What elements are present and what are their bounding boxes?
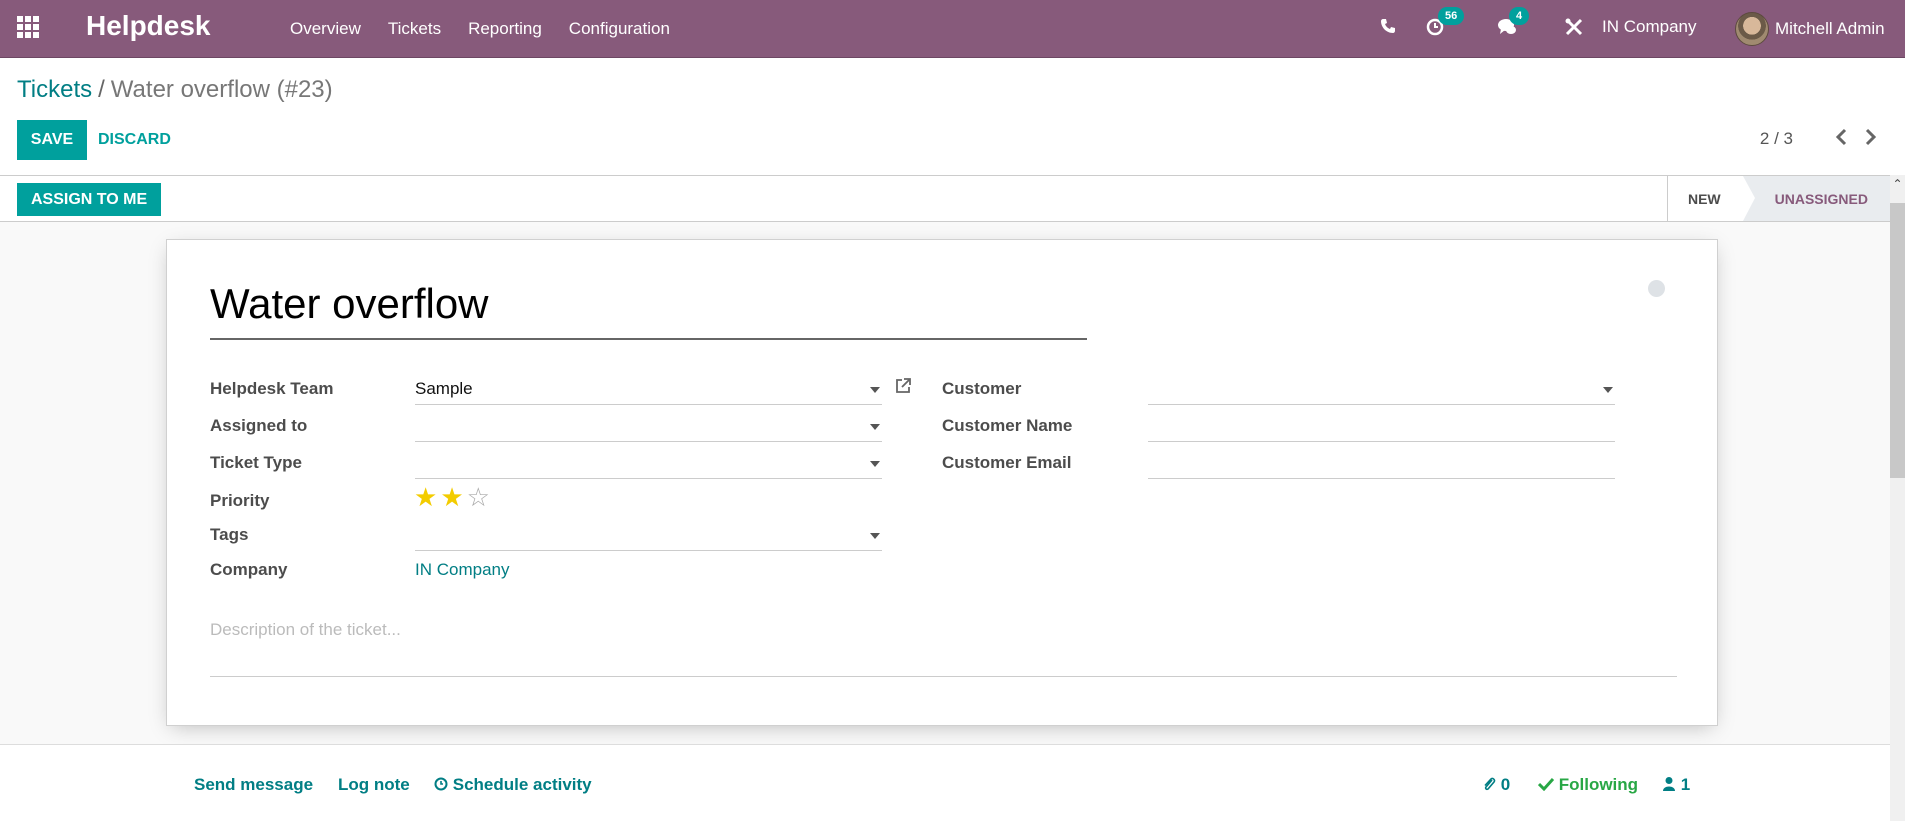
top-navbar: Helpdesk Overview Tickets Reporting Conf… xyxy=(0,0,1905,58)
breadcrumb-separator: / xyxy=(98,76,105,103)
form-sheet: Water overflow Helpdesk Team Sample Assi… xyxy=(166,239,1718,726)
priority-widget: ★ ★ ☆ xyxy=(414,484,493,510)
customer-email-field[interactable] xyxy=(1148,449,1615,479)
pager-previous-button[interactable] xyxy=(1835,126,1847,152)
caret-down-icon[interactable] xyxy=(1603,387,1613,393)
vertical-scrollbar[interactable]: ⌃ xyxy=(1890,175,1905,821)
app-brand[interactable]: Helpdesk xyxy=(86,10,211,42)
customer-name-label: Customer Name xyxy=(942,416,1073,435)
schedule-activity-button[interactable]: Schedule activity xyxy=(434,775,592,795)
apps-menu-icon[interactable] xyxy=(17,16,41,38)
menu-item-configuration[interactable]: Configuration xyxy=(569,19,670,39)
caret-down-icon[interactable] xyxy=(870,461,880,467)
ticket-type-field[interactable] xyxy=(415,449,882,479)
tags-label: Tags xyxy=(210,525,249,544)
assign-to-me-button[interactable]: ASSIGN TO ME xyxy=(17,183,162,216)
pager-value[interactable]: 2 / 3 xyxy=(1760,129,1793,149)
kanban-state-indicator[interactable] xyxy=(1648,280,1665,297)
pager-next-button[interactable] xyxy=(1865,126,1877,152)
followers-button[interactable]: 1 xyxy=(1662,775,1690,795)
tools-icon xyxy=(1565,18,1583,36)
caret-down-icon[interactable] xyxy=(870,387,880,393)
stage-selector: NEW UNASSIGNED xyxy=(1666,176,1890,221)
form-content: Water overflow Helpdesk Team Sample Assi… xyxy=(0,222,1890,744)
helpdesk-team-label: Helpdesk Team xyxy=(210,379,334,398)
menu-item-tickets[interactable]: Tickets xyxy=(388,19,441,39)
schedule-activity-label: Schedule activity xyxy=(452,775,592,794)
save-button[interactable]: SAVE xyxy=(17,120,87,160)
assigned-to-field[interactable] xyxy=(415,412,882,442)
user-icon xyxy=(1663,777,1675,791)
user-name: Mitchell Admin xyxy=(1775,19,1885,38)
user-menu[interactable]: Mitchell Admin xyxy=(1735,12,1885,46)
send-message-button[interactable]: Send message xyxy=(194,775,313,795)
company-link[interactable]: IN Company xyxy=(415,560,509,580)
main-menu: Overview Tickets Reporting Configuration xyxy=(290,0,697,58)
external-link-icon xyxy=(896,378,911,393)
followers-count: 1 xyxy=(1680,775,1691,794)
form-statusbar: ASSIGN TO ME NEW UNASSIGNED xyxy=(0,175,1890,222)
pager: 2 / 3 xyxy=(1760,126,1877,152)
debug-menu-button[interactable] xyxy=(1565,18,1583,41)
assigned-to-label: Assigned to xyxy=(210,416,308,435)
company-label: Company xyxy=(210,560,288,579)
messages-badge: 4 xyxy=(1509,7,1530,25)
customer-name-field[interactable] xyxy=(1148,412,1615,442)
caret-down-icon[interactable] xyxy=(870,533,880,539)
customer-email-label: Customer Email xyxy=(942,453,1072,472)
paperclip-icon xyxy=(1484,777,1496,791)
breadcrumb: Tickets / Water overflow (#23) xyxy=(17,76,333,104)
priority-star-1-icon[interactable]: ★ xyxy=(414,484,437,510)
activity-menu-button[interactable]: 56 xyxy=(1426,7,1465,41)
breadcrumb-tickets[interactable]: Tickets xyxy=(17,76,92,103)
discard-button[interactable]: DISCARD xyxy=(98,120,171,160)
priority-star-2-icon[interactable]: ★ xyxy=(440,484,463,510)
chevron-right-icon xyxy=(1865,128,1877,146)
attachments-count: 0 xyxy=(1500,775,1511,794)
description-field[interactable]: Description of the ticket... xyxy=(210,610,1677,677)
caret-down-icon[interactable] xyxy=(870,424,880,430)
stage-unassigned[interactable]: UNASSIGNED xyxy=(1742,176,1890,221)
company-switcher[interactable]: IN Company xyxy=(1602,17,1696,37)
phone-icon xyxy=(1381,19,1395,33)
helpdesk-team-field[interactable]: Sample xyxy=(415,375,882,405)
activity-badge: 56 xyxy=(1438,7,1465,25)
stage-new[interactable]: NEW xyxy=(1666,176,1755,221)
ticket-type-label: Ticket Type xyxy=(210,453,302,472)
priority-star-3-icon[interactable]: ☆ xyxy=(467,484,490,510)
scrollbar-thumb[interactable] xyxy=(1890,203,1905,478)
check-icon xyxy=(1537,777,1555,792)
user-avatar xyxy=(1735,12,1769,46)
voip-phone-button[interactable] xyxy=(1380,18,1396,39)
helpdesk-team-value: Sample xyxy=(415,379,473,398)
customer-field[interactable] xyxy=(1148,375,1615,405)
chatter: Send message Log note Schedule activity … xyxy=(0,744,1890,821)
priority-label: Priority xyxy=(210,491,270,510)
menu-item-overview[interactable]: Overview xyxy=(290,19,361,39)
following-label: Following xyxy=(1558,775,1639,794)
ticket-title-input[interactable]: Water overflow xyxy=(210,278,1087,340)
following-button[interactable]: Following xyxy=(1537,775,1639,795)
customer-label: Customer xyxy=(942,379,1022,398)
menu-item-reporting[interactable]: Reporting xyxy=(468,19,542,39)
log-note-button[interactable]: Log note xyxy=(338,775,410,795)
attachments-button[interactable]: 0 xyxy=(1482,775,1510,795)
external-link-button[interactable] xyxy=(894,377,912,400)
scroll-up-arrow-icon[interactable]: ⌃ xyxy=(1890,175,1905,193)
tags-field[interactable] xyxy=(415,521,882,551)
chevron-left-icon xyxy=(1835,128,1847,146)
clock-icon xyxy=(434,777,448,791)
breadcrumb-current: Water overflow (#23) xyxy=(110,76,333,103)
messaging-menu-button[interactable]: 4 xyxy=(1497,7,1530,41)
